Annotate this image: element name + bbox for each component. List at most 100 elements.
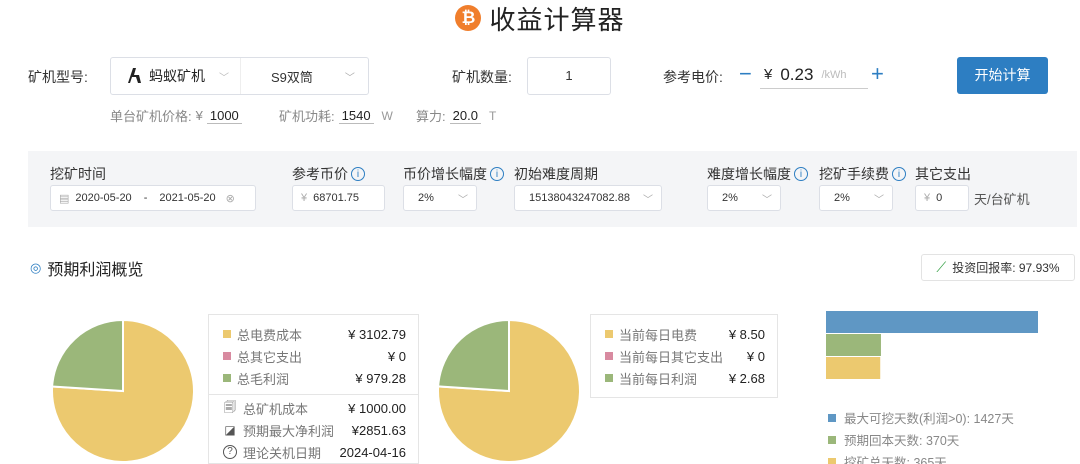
daily-cost-legend: 当前每日电费 ¥ 8.50 当前每日其它支出 ¥ 0 当前每日利润 ¥ 2.68 xyxy=(590,314,778,398)
legend-swatch xyxy=(828,413,836,422)
chart-box-icon: ◪ xyxy=(224,423,236,437)
miner-model-select[interactable]: S9双筒 ﹀ xyxy=(241,67,368,86)
legend-swatch xyxy=(223,330,231,338)
legend-value: ¥ 0 xyxy=(387,348,406,364)
hashrate-label: 算力: xyxy=(416,109,446,124)
overview-title: ◎ 预期利润概览 xyxy=(30,256,143,280)
price-label: 参考电价: xyxy=(663,69,723,85)
legend-label: 预期回本天数: 370天 xyxy=(844,434,960,448)
mining-time-label: 挖矿时间 xyxy=(50,166,106,182)
price-decrease-button[interactable]: − xyxy=(739,62,752,86)
trend-up-icon: ⟋ xyxy=(936,259,947,275)
hashrate-unit: T xyxy=(488,108,497,123)
legend-swatch xyxy=(605,352,613,360)
miner-type-label: 矿机型号: xyxy=(28,69,88,85)
power-spec: 矿机功耗: 1540 W xyxy=(279,106,393,125)
power-value[interactable]: 1540 xyxy=(338,108,374,124)
miner-specs-row: 单台矿机价格: ¥ 1000 矿机功耗: 1540 W 算力: 20.0 T xyxy=(0,106,1080,126)
legend-label: 总电费成本 xyxy=(237,327,303,343)
info-icon[interactable]: i xyxy=(351,167,365,181)
legend-label: 总毛利润 xyxy=(237,371,290,387)
clear-icon[interactable]: ⊗ xyxy=(226,192,235,205)
legend-swatch xyxy=(828,435,836,444)
bitcoin-icon: ₿ xyxy=(455,5,482,31)
roi-badge: ⟋ 投资回报率: 97.93% xyxy=(921,254,1075,281)
chevron-down-icon: ﹀ xyxy=(874,194,884,206)
other-expense-input[interactable]: ¥ 0 xyxy=(915,185,969,211)
legend-label: 当前每日电费 xyxy=(619,327,698,343)
power-unit: W xyxy=(381,108,393,123)
coin-price-label-text: 参考币价 xyxy=(292,166,348,182)
summary-item: ? 理论关机日期 2024-04-16 xyxy=(209,441,418,463)
fee-select[interactable]: 2% ﹀ xyxy=(819,185,893,211)
info-icon[interactable]: i xyxy=(794,167,808,181)
page-title: 收益计算器 xyxy=(489,4,625,35)
power-label: 矿机功耗: xyxy=(279,109,335,124)
params-panel: 挖矿时间 ▤ 2020-05-20 - 2021-05-20 ⊗ 参考币价 i … xyxy=(28,151,1077,227)
bar xyxy=(826,311,1038,333)
bar xyxy=(826,357,881,379)
pie-slice xyxy=(51,318,124,393)
legend-value: ¥ 0 xyxy=(746,348,765,364)
summary-label: 预期最大净利润 xyxy=(243,423,335,439)
price-currency: ¥ xyxy=(764,66,773,83)
price-input[interactable]: ¥ 0.23 /kWh xyxy=(760,61,868,89)
daily-cost-pie-chart xyxy=(437,318,581,463)
legend-swatch xyxy=(828,457,836,464)
legend-label: 最大可挖天数(利润>0): 1427天 xyxy=(844,412,1014,426)
difficulty-select[interactable]: 15138043247082.88 ﹀ xyxy=(514,185,662,211)
difficulty-label: 初始难度周期 xyxy=(514,166,598,182)
miner-brand-label: 蚂蚁矿机 xyxy=(149,68,205,84)
legend-swatch xyxy=(605,374,613,382)
eye-icon: ◎ xyxy=(30,260,42,275)
legend-item: 总其它支出 ¥ 0 xyxy=(209,345,418,367)
coin-price-input[interactable]: ¥ 68701.75 xyxy=(292,185,385,211)
summary-value: ¥2851.63 xyxy=(351,422,406,438)
legend-label: 总其它支出 xyxy=(237,349,303,365)
roi-label: 投资回报率: 97.93% xyxy=(952,261,1060,275)
unit-price-value[interactable]: 1000 xyxy=(206,108,242,124)
legend-label: 当前每日其它支出 xyxy=(619,349,724,365)
summary-item: ◪ 预期最大净利润 ¥2851.63 xyxy=(209,419,418,441)
miner-brand-select[interactable]: 蚂蚁矿机 ﹀ xyxy=(111,58,241,94)
unit-price-spec: 单台矿机价格: ¥ 1000 xyxy=(110,106,242,125)
legend-swatch xyxy=(605,330,613,338)
fee-label: 挖矿手续费 i xyxy=(819,164,906,184)
legend-value: ¥ 979.28 xyxy=(355,370,406,386)
price-increase-button[interactable]: + xyxy=(871,62,884,86)
miner-qty-label: 矿机数量: xyxy=(452,69,512,85)
divider xyxy=(209,394,418,395)
unit-price-label: 单台矿机价格: xyxy=(110,109,192,124)
total-cost-pie-chart xyxy=(51,318,195,463)
difficulty-value: 15138043247082.88 xyxy=(529,192,630,204)
date-separator: - xyxy=(143,192,148,204)
coin-growth-label-text: 币价增长幅度 xyxy=(403,166,487,182)
hashrate-spec: 算力: 20.0 T xyxy=(416,106,496,125)
unit-price-currency: ¥ xyxy=(195,108,203,123)
chevron-down-icon: ﹀ xyxy=(762,194,772,206)
price-unit: /kWh xyxy=(821,68,847,81)
info-icon[interactable]: i xyxy=(892,167,906,181)
fee-label-text: 挖矿手续费 xyxy=(819,166,889,182)
legend-item: 总电费成本 ¥ 3102.79 xyxy=(209,323,418,345)
chevron-down-icon: ﹀ xyxy=(344,72,355,84)
miner-qty-input[interactable]: 1 xyxy=(527,57,611,95)
info-icon[interactable]: i xyxy=(490,167,504,181)
fee-value: 2% xyxy=(834,192,850,204)
difficulty-growth-select[interactable]: 2% ﹀ xyxy=(707,185,781,211)
other-currency: ¥ xyxy=(924,192,931,204)
ledger-icon: 🗐 xyxy=(224,399,236,414)
start-calc-button[interactable]: 开始计算 xyxy=(957,57,1048,94)
difficulty-growth-label: 难度增长幅度 i xyxy=(707,164,808,184)
hashrate-value[interactable]: 20.0 xyxy=(449,108,481,124)
coin-growth-select[interactable]: 2% ﹀ xyxy=(403,185,477,211)
date-range-picker[interactable]: ▤ 2020-05-20 - 2021-05-20 ⊗ xyxy=(50,185,256,211)
days-bar-chart xyxy=(826,311,1038,379)
legend-swatch xyxy=(223,352,231,360)
bar xyxy=(826,334,881,356)
legend-value: ¥ 8.50 xyxy=(728,326,765,342)
coin-price-label: 参考币价 i xyxy=(292,164,365,184)
legend-label: 挖矿总天数: 365天 xyxy=(844,456,947,464)
coin-growth-label: 币价增长幅度 i xyxy=(403,164,504,184)
legend-item: 当前每日利润 ¥ 2.68 xyxy=(591,367,777,389)
